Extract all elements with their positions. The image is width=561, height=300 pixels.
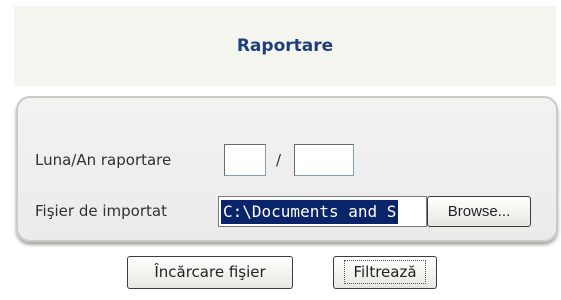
year-input[interactable]: [294, 144, 354, 176]
upload-file-label: Încărcare fişier: [154, 263, 266, 281]
report-form-panel: Luna/An raportare / Fişier de importat C…: [16, 96, 558, 242]
upload-file-button[interactable]: Încărcare fişier: [127, 256, 293, 289]
month-input[interactable]: [224, 144, 266, 176]
file-label: Fişier de importat: [35, 202, 167, 220]
title-band: Raportare: [14, 6, 556, 86]
month-year-separator: /: [276, 151, 282, 169]
filter-button[interactable]: Filtrează: [333, 256, 437, 289]
month-year-label: Luna/An raportare: [35, 151, 172, 169]
filter-label: Filtrează: [344, 260, 426, 284]
file-path-selected-text: C:\Documents and S: [221, 200, 399, 224]
browse-button[interactable]: Browse...: [427, 196, 531, 227]
page-title: Raportare: [236, 36, 334, 56]
file-path-input[interactable]: C:\Documents and S: [218, 196, 427, 227]
